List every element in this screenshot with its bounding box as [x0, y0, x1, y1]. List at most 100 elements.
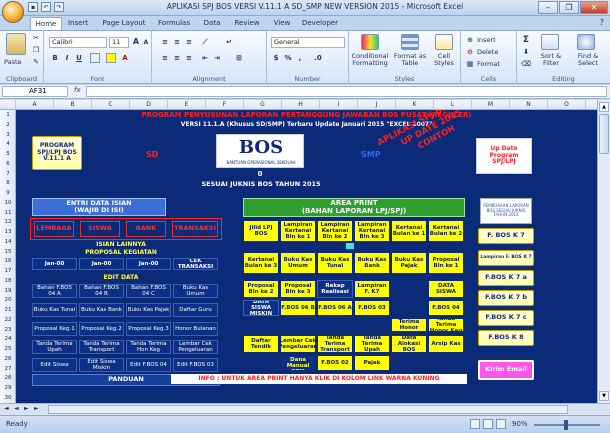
row-header-20[interactable]: 20 — [0, 297, 16, 303]
orientation-icon[interactable]: ⟋ — [200, 37, 210, 47]
row-header-12[interactable]: 12 — [0, 219, 16, 225]
row-header-29[interactable]: 29 — [0, 385, 16, 391]
column-header-b[interactable]: B — [54, 100, 92, 110]
right-report-button[interactable]: F. BOS K 7 — [478, 228, 534, 244]
row-header-21[interactable]: 21 — [0, 307, 16, 313]
row-header-5[interactable]: 5 — [0, 151, 16, 157]
delete-cells-button[interactable]: Delete — [477, 48, 498, 56]
increase-indent-icon[interactable]: ⇥ — [212, 53, 222, 63]
font-name-input[interactable]: Calibri — [49, 37, 107, 48]
print-link[interactable]: F.BOS 04 — [428, 300, 464, 316]
row-header-8[interactable]: 8 — [0, 180, 16, 186]
save-icon[interactable]: ▪ — [28, 2, 38, 12]
print-link[interactable]: Lampiran Kertanai Bln ke 1 — [280, 220, 316, 242]
print-link[interactable]: DATA SISWA — [428, 280, 464, 298]
tab-insert[interactable]: Insert — [64, 17, 92, 30]
row-header-1[interactable]: 1 — [0, 112, 16, 118]
edit-data-item[interactable]: Buku Kas Pajak — [126, 303, 171, 317]
page-layout-view-icon[interactable] — [483, 419, 493, 429]
row-header-18[interactable]: 18 — [0, 278, 16, 284]
italic-icon[interactable]: I — [62, 53, 72, 63]
column-header-k[interactable]: K — [396, 100, 434, 110]
tab-review[interactable]: Review — [231, 17, 263, 30]
print-link[interactable]: Tanda Terima Honor Rutin — [391, 318, 427, 332]
tab-home[interactable]: Home — [30, 17, 62, 30]
tab-data[interactable]: Data — [200, 17, 224, 30]
format-as-table-icon[interactable] — [401, 34, 419, 50]
row-header-15[interactable]: 15 — [0, 249, 16, 255]
find-select-button[interactable]: Find & Select — [571, 53, 605, 67]
restore-button[interactable]: ❐ — [559, 1, 579, 14]
edit-data-item[interactable]: Buku Kas Tunai — [32, 303, 77, 317]
edit-data-item[interactable]: Lembar Cek Pengeluaran — [173, 340, 218, 354]
row-header-26[interactable]: 26 — [0, 356, 16, 362]
print-link[interactable]: Lampiran Kertanai Bln ke 2 — [317, 220, 353, 242]
edit-data-item[interactable]: Edit Siswa Miskin — [79, 358, 124, 372]
scroll-thumb[interactable] — [599, 114, 609, 154]
jan-cell-2[interactable]: Jan-00 — [126, 258, 171, 270]
print-link[interactable]: F.BOS 02 — [317, 355, 353, 371]
print-link[interactable]: Data Alokasi BOS — [391, 335, 427, 353]
vertical-scrollbar[interactable]: ▲ ▼ — [597, 100, 610, 403]
insert-cells-button[interactable]: Insert — [477, 36, 496, 44]
print-link[interactable]: Kertanai Bulan ke 2 — [428, 220, 464, 242]
clear-icon[interactable]: ⌫ — [521, 59, 531, 69]
transaksi-button[interactable]: TRANSAKSI — [172, 221, 218, 237]
close-button[interactable]: ✕ — [580, 1, 608, 14]
edit-data-item[interactable]: Edit F.BOS 03 — [173, 358, 218, 372]
print-link[interactable]: Tanda Terima Honor Keg — [428, 318, 464, 332]
edit-data-item[interactable]: Proposal Keg.3 — [126, 322, 171, 336]
print-link[interactable]: Jilid LPJ BOS — [243, 220, 279, 242]
edit-data-item[interactable]: Daftar Guru — [173, 303, 218, 317]
edit-data-item[interactable]: Tanda Terima Hon Keg — [126, 340, 171, 354]
bold-icon[interactable]: B — [50, 53, 60, 63]
align-center-icon[interactable]: ≡ — [172, 53, 182, 63]
program-button[interactable]: PROGRAM SPJ/LPJ BOS V.11.1 A — [32, 136, 82, 170]
column-header-o[interactable]: O — [548, 100, 586, 110]
row-header-30[interactable]: 30 — [0, 395, 16, 401]
format-cells-icon[interactable]: ▦ — [465, 59, 475, 69]
print-link[interactable]: Lampiran F. K7 — [354, 280, 390, 298]
row-header-27[interactable]: 27 — [0, 366, 16, 372]
print-link[interactable]: Buku Kas Bank — [354, 252, 390, 274]
row-header-3[interactable]: 3 — [0, 132, 16, 138]
edit-data-item[interactable]: Tanda Terima Upah — [32, 340, 77, 354]
insert-cells-icon[interactable]: ⊕ — [465, 35, 475, 45]
column-header-j[interactable]: J — [358, 100, 396, 110]
format-cells-button[interactable]: Format — [477, 60, 500, 68]
print-link[interactable]: Buku Kas Pajak — [391, 252, 427, 274]
column-header-e[interactable]: E — [168, 100, 206, 110]
column-header-a[interactable]: A — [16, 100, 54, 110]
currency-icon[interactable]: $ — [271, 53, 281, 63]
print-link[interactable]: Tanda Terima Upah — [354, 335, 390, 353]
format-painter-icon[interactable]: ✎ — [31, 57, 41, 67]
print-link[interactable]: Proposal Bln ke 2 — [243, 280, 279, 298]
fx-icon[interactable]: fx — [74, 86, 81, 94]
print-link[interactable]: Arsip Kas — [428, 335, 464, 353]
conditional-formatting-icon[interactable] — [361, 34, 379, 50]
paste-button[interactable]: Paste — [4, 58, 22, 66]
bank-button[interactable]: BANK — [126, 221, 166, 237]
align-top-icon[interactable]: ≡ — [160, 37, 170, 47]
fill-color-icon[interactable] — [106, 53, 116, 63]
conditional-formatting-button[interactable]: Conditional Formatting — [351, 53, 389, 67]
right-report-button[interactable]: F.BOS K 7 a — [478, 270, 534, 286]
pembukaan-link[interactable]: PEMBUKAAN LAPORAN BOS SESUAI JUKNIS TAHU… — [480, 198, 532, 224]
help-icon[interactable]: ? — [600, 18, 604, 27]
edit-data-item[interactable]: Tanda Terima Transport — [79, 340, 124, 354]
format-as-table-button[interactable]: Format as Table — [393, 53, 427, 67]
select-all-corner[interactable] — [0, 100, 16, 110]
sheet-nav-next[interactable]: ► — [24, 405, 29, 412]
column-header-n[interactable]: N — [510, 100, 548, 110]
normal-view-icon[interactable] — [470, 419, 480, 429]
row-header-28[interactable]: 28 — [0, 375, 16, 381]
paste-icon[interactable] — [6, 33, 26, 55]
name-box[interactable]: AF31 — [2, 86, 68, 97]
minimize-button[interactable]: – — [538, 1, 558, 14]
right-report-button[interactable]: Lampiran F. BOS K 7 — [478, 250, 534, 266]
fill-icon[interactable]: ⬇ — [521, 47, 531, 57]
increase-decimal-icon[interactable]: .0 — [311, 53, 325, 63]
decrease-indent-icon[interactable]: ⇤ — [200, 53, 210, 63]
office-button[interactable] — [2, 1, 24, 23]
right-report-button[interactable]: F.BOS K 8 — [478, 330, 534, 346]
